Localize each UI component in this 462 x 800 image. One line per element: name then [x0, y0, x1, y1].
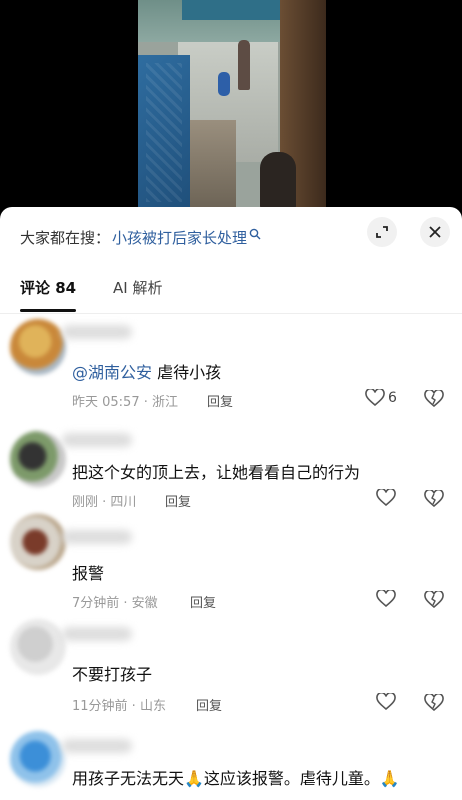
username-blurred[interactable]: [62, 739, 132, 753]
broken-heart-icon[interactable]: [424, 490, 444, 508]
heart-icon: [365, 389, 385, 407]
like-button[interactable]: [376, 693, 396, 711]
heart-icon: [376, 590, 396, 608]
heart-icon: [376, 693, 396, 711]
avatar[interactable]: [10, 514, 66, 570]
broken-heart-icon[interactable]: [424, 390, 444, 408]
expand-icon: [376, 226, 388, 238]
reply-button[interactable]: 回复: [190, 592, 216, 611]
avatar[interactable]: [10, 431, 66, 487]
reply-button[interactable]: 回复: [196, 695, 222, 714]
comment-item: 不要打孩子 11分钟前 · 山东 回复: [0, 615, 462, 715]
reply-button[interactable]: 回复: [207, 391, 233, 410]
search-icon: [249, 228, 261, 240]
comment-sheet: 大家都在搜： 小孩被打后家长处理 评论 84 AI 解析 @湖南公安 虐待小孩 …: [0, 207, 462, 800]
close-icon: [429, 226, 441, 238]
comment-text: 把这个女的顶上去，让她看看自己的行为: [72, 463, 361, 482]
mention-link[interactable]: @湖南公安: [72, 363, 152, 382]
comment-item: 用孩子无法无天🙏这应该报警。虐待儿童。🙏: [0, 727, 462, 800]
broken-heart-icon[interactable]: [424, 694, 444, 712]
video-blue-panel: [138, 55, 190, 210]
username-blurred[interactable]: [62, 325, 132, 339]
comment-item: 报警 7分钟前 · 安徽 回复: [0, 510, 462, 611]
username-blurred[interactable]: [62, 530, 132, 544]
like-button[interactable]: [376, 590, 396, 608]
comment-text: 不要打孩子: [72, 665, 153, 684]
heart-icon: [376, 489, 396, 507]
tab-comments[interactable]: 评论 84: [20, 277, 76, 298]
avatar[interactable]: [10, 319, 66, 375]
tab-ai-analysis[interactable]: AI 解析: [113, 277, 162, 298]
video-adult-figure: [238, 40, 250, 90]
video-shopfront: [182, 0, 282, 20]
comment-text: 报警: [72, 564, 105, 583]
tab-bar: 评论 84 AI 解析: [0, 265, 462, 314]
comment-text: 用孩子无法无天🙏这应该报警。虐待儿童。🙏: [72, 769, 400, 788]
comment-item: @湖南公安 虐待小孩 昨天 05:57 · 浙江 回复 6: [0, 311, 462, 411]
comment-text: @湖南公安 虐待小孩: [72, 363, 222, 382]
like-count: 6: [388, 390, 397, 406]
comment-meta: 11分钟前 · 山东: [72, 699, 166, 714]
avatar[interactable]: [10, 619, 66, 675]
video-player[interactable]: [0, 0, 462, 210]
comment-meta: 刚刚 · 四川: [72, 495, 137, 510]
comment-meta: 昨天 05:57 · 浙江: [72, 395, 178, 410]
comment-meta: 7分钟前 · 安徽: [72, 596, 158, 611]
username-blurred[interactable]: [62, 627, 132, 641]
like-button[interactable]: [376, 489, 396, 507]
video-child-figure: [218, 72, 230, 96]
reply-button[interactable]: 回复: [165, 491, 191, 510]
close-button[interactable]: [420, 217, 450, 247]
video-table: [190, 120, 236, 210]
expand-button[interactable]: [367, 217, 397, 247]
search-prefix: 大家都在搜：: [20, 228, 111, 247]
search-term-link[interactable]: 小孩被打后家长处理: [112, 227, 247, 248]
video-foot: [260, 152, 296, 210]
like-button[interactable]: 6: [365, 389, 397, 407]
broken-heart-icon[interactable]: [424, 591, 444, 609]
avatar[interactable]: [10, 731, 66, 787]
video-frame: [138, 0, 326, 210]
username-blurred[interactable]: [62, 433, 132, 447]
